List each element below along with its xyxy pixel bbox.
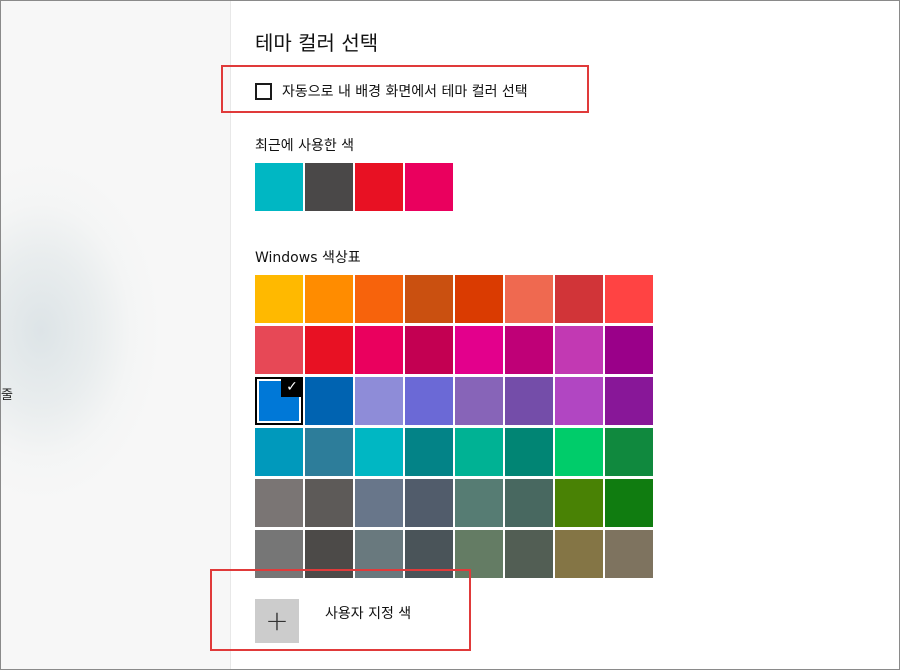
- auto-accent-checkbox-row[interactable]: 자동으로 내 배경 화면에서 테마 컬러 선택: [255, 81, 528, 101]
- page-title: 테마 컬러 선택: [255, 31, 379, 55]
- palette-color-swatch[interactable]: [605, 326, 653, 374]
- palette-color-swatch[interactable]: [605, 479, 653, 527]
- recent-color-swatch[interactable]: [305, 163, 353, 211]
- palette-color-swatch[interactable]: [305, 428, 353, 476]
- auto-accent-checkbox[interactable]: [255, 82, 272, 100]
- truncated-nav-text: 줄: [1, 388, 13, 403]
- recent-color-swatch[interactable]: [355, 163, 403, 211]
- palette-color-swatch[interactable]: [405, 326, 453, 374]
- palette-color-swatch[interactable]: [505, 326, 553, 374]
- palette-color-swatch[interactable]: [405, 428, 453, 476]
- palette-color-swatch[interactable]: [455, 326, 503, 374]
- recent-color-swatch[interactable]: [405, 163, 453, 211]
- palette-color-swatch[interactable]: [555, 377, 603, 425]
- palette-color-swatch[interactable]: [605, 377, 653, 425]
- palette-color-swatch[interactable]: [505, 479, 553, 527]
- recent-color-swatch[interactable]: [255, 163, 303, 211]
- palette-color-swatch[interactable]: [255, 479, 303, 527]
- palette-color-swatch[interactable]: [305, 377, 353, 425]
- palette-color-swatch[interactable]: [305, 479, 353, 527]
- auto-accent-label: 자동으로 내 배경 화면에서 테마 컬러 선택: [282, 84, 528, 100]
- palette-color-swatch[interactable]: [405, 275, 453, 323]
- palette-color-swatch[interactable]: [255, 275, 303, 323]
- plus-icon[interactable]: +: [255, 599, 299, 643]
- palette-color-swatch[interactable]: [605, 530, 653, 578]
- recent-colors-row: [255, 163, 453, 211]
- palette-color-swatch[interactable]: [555, 479, 603, 527]
- palette-color-swatch[interactable]: [405, 530, 453, 578]
- settings-window: 줄 테마 컬러 선택 자동으로 내 배경 화면에서 테마 컬러 선택 최근에 사…: [0, 0, 900, 670]
- palette-color-swatch[interactable]: [455, 377, 503, 425]
- palette-color-swatch[interactable]: [605, 428, 653, 476]
- palette-color-swatch[interactable]: [505, 377, 553, 425]
- palette-color-swatch[interactable]: [555, 428, 603, 476]
- palette-color-swatch[interactable]: [355, 428, 403, 476]
- palette-color-swatch[interactable]: [505, 275, 553, 323]
- palette-color-swatch[interactable]: [555, 275, 603, 323]
- palette-color-swatch-selected[interactable]: ✓: [255, 377, 303, 425]
- palette-color-swatch[interactable]: [505, 428, 553, 476]
- checkmark-icon: ✓: [281, 377, 303, 397]
- custom-color-label: 사용자 지정 색: [325, 606, 412, 622]
- palette-color-swatch[interactable]: [305, 530, 353, 578]
- palette-color-swatch[interactable]: [355, 377, 403, 425]
- palette-color-swatch[interactable]: [355, 275, 403, 323]
- windows-palette-label: Windows 색상표: [255, 250, 361, 266]
- palette-color-swatch[interactable]: [255, 530, 303, 578]
- palette-color-swatch[interactable]: [505, 530, 553, 578]
- palette-color-swatch[interactable]: [405, 377, 453, 425]
- palette-color-swatch[interactable]: [605, 275, 653, 323]
- palette-color-swatch[interactable]: [455, 530, 503, 578]
- palette-color-swatch[interactable]: [555, 530, 603, 578]
- palette-color-swatch[interactable]: [455, 479, 503, 527]
- palette-color-swatch[interactable]: [455, 275, 503, 323]
- recent-colors-label: 최근에 사용한 색: [255, 138, 355, 154]
- palette-color-swatch[interactable]: [355, 479, 403, 527]
- palette-color-swatch[interactable]: [255, 428, 303, 476]
- palette-color-swatch[interactable]: [555, 326, 603, 374]
- palette-color-swatch[interactable]: [255, 326, 303, 374]
- palette-color-swatch[interactable]: [355, 530, 403, 578]
- palette-color-swatch[interactable]: [405, 479, 453, 527]
- theme-color-panel: 테마 컬러 선택 자동으로 내 배경 화면에서 테마 컬러 선택 최근에 사용한…: [231, 1, 899, 669]
- palette-color-swatch[interactable]: [455, 428, 503, 476]
- windows-color-palette: ✓: [255, 275, 653, 578]
- palette-color-swatch[interactable]: [305, 275, 353, 323]
- palette-color-swatch[interactable]: [355, 326, 403, 374]
- left-navigation-pane: 줄: [1, 1, 231, 669]
- palette-color-swatch[interactable]: [305, 326, 353, 374]
- custom-color-button[interactable]: + 사용자 지정 색: [255, 599, 411, 643]
